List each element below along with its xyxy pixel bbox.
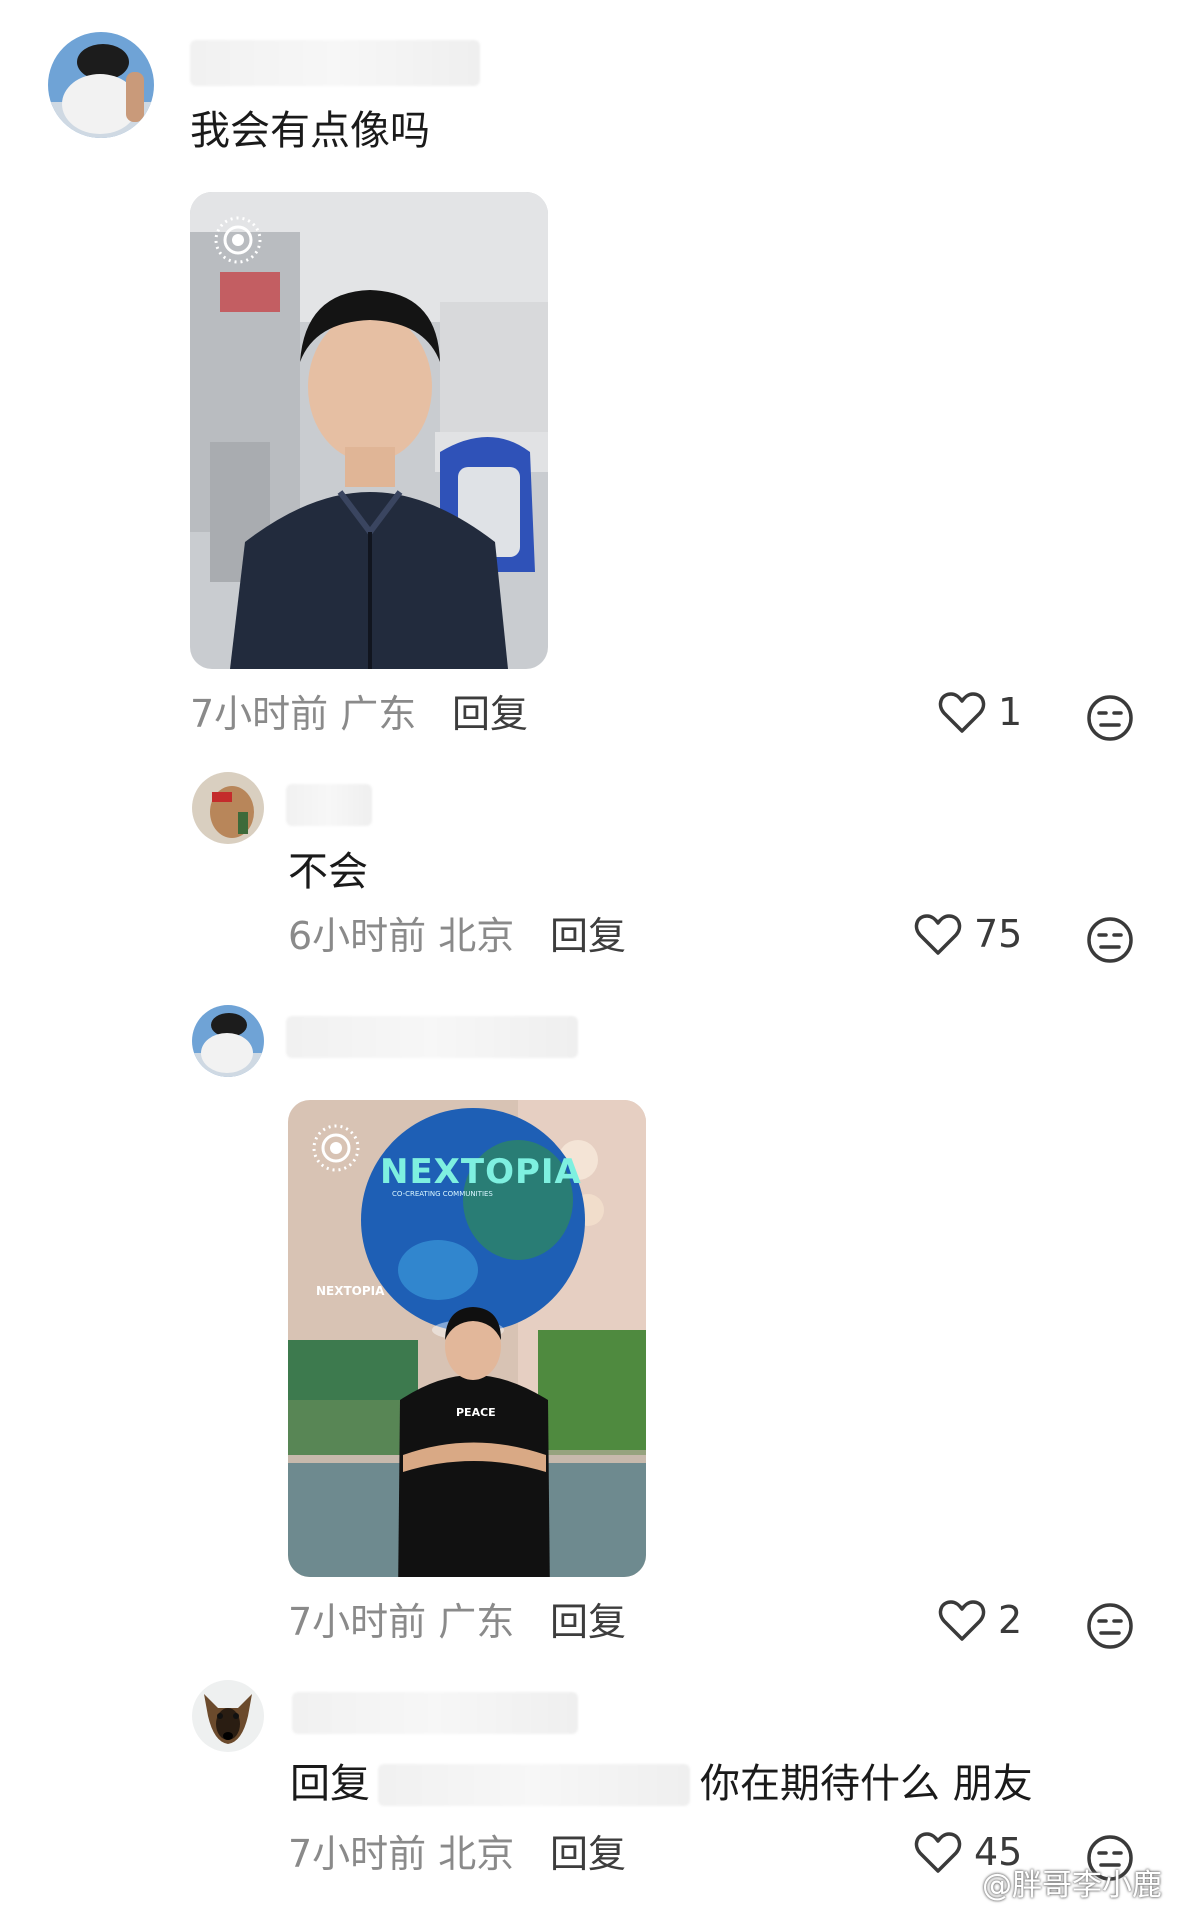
like-button[interactable]: 2 <box>938 1598 1022 1642</box>
watermark: @胖哥李小鹿 <box>982 1868 1162 1903</box>
heart-icon <box>938 1600 986 1641</box>
like-count: 2 <box>998 1598 1023 1642</box>
weibo-icon <box>935 1862 979 1898</box>
comment-time-location: 7小时前 广东 <box>288 1600 515 1644</box>
username-redacted <box>286 784 372 826</box>
comment-time-location: 7小时前 北京 <box>288 1832 515 1876</box>
comment-text: 我会有点像吗 <box>190 108 430 154</box>
comment-text: 回复 <box>290 1758 370 1810</box>
like-button[interactable]: 75 <box>914 912 1022 956</box>
avatar[interactable] <box>48 32 154 138</box>
comment-text: 不会 <box>288 849 368 895</box>
comment-photo[interactable]: NEXTOPIA CO-CREATING COMMUNITIES NEXTOPI… <box>288 1100 646 1577</box>
reply-button[interactable]: 回复 <box>550 912 626 960</box>
heart-icon <box>914 914 962 955</box>
avatar[interactable] <box>192 1005 264 1077</box>
comment-time-location: 7小时前 广东 <box>190 692 417 736</box>
username-redacted <box>286 1016 578 1058</box>
like-count: 75 <box>974 912 1023 956</box>
like-button[interactable]: 1 <box>938 690 1022 734</box>
comment-photo[interactable] <box>190 192 548 669</box>
dislike-face-icon[interactable] <box>1086 694 1134 742</box>
reply-button[interactable]: 回复 <box>550 1830 626 1878</box>
replied-user-redacted[interactable] <box>378 1764 690 1806</box>
comment-text: 你在期待什么 朋友 <box>700 1761 1033 1807</box>
like-count: 1 <box>998 690 1023 734</box>
sign-text: NEXTOPIA <box>316 1284 385 1298</box>
reply-button[interactable]: 回复 <box>452 690 528 738</box>
heart-icon <box>938 692 986 733</box>
avatar[interactable] <box>192 772 264 844</box>
globe-text: NEXTOPIA <box>380 1152 582 1192</box>
username-redacted <box>190 40 480 86</box>
avatar[interactable] <box>192 1680 264 1752</box>
comment-time-location: 6小时前 北京 <box>288 914 515 958</box>
username-redacted <box>292 1692 578 1734</box>
reply-prefix: 回复 <box>290 1761 370 1807</box>
globe-subtext: CO-CREATING COMMUNITIES <box>392 1190 493 1198</box>
live-photo-icon <box>310 1122 362 1174</box>
dislike-face-icon[interactable] <box>1086 916 1134 964</box>
dislike-face-icon[interactable] <box>1086 1602 1134 1650</box>
shirt-text: PEACE <box>456 1406 496 1419</box>
live-photo-icon <box>212 214 264 266</box>
reply-button[interactable]: 回复 <box>550 1598 626 1646</box>
